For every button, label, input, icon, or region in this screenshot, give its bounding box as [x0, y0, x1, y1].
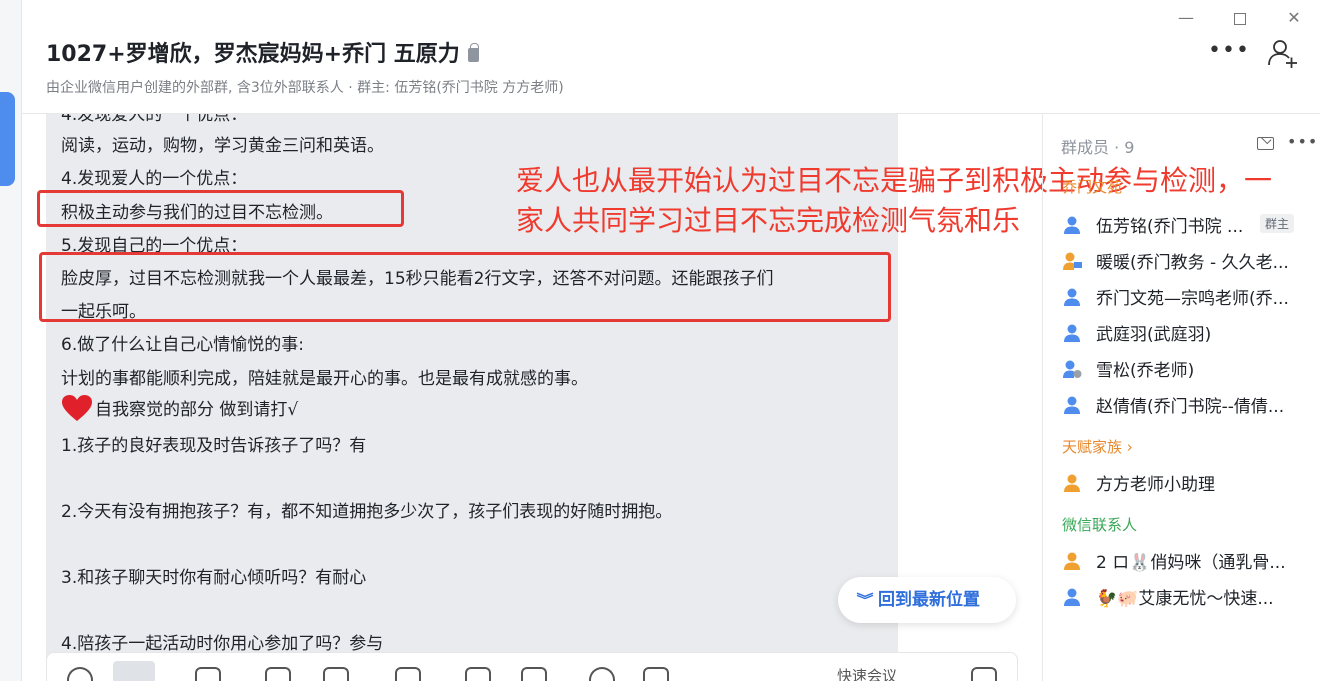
members-more-icon[interactable]: ••• [1287, 132, 1318, 151]
emoji-icon[interactable] [67, 667, 93, 681]
user-icon [1064, 396, 1080, 414]
highlight-box [37, 190, 404, 227]
member-name: 武庭羽(武庭羽) [1096, 325, 1212, 345]
minimize-button[interactable]: — [1174, 8, 1198, 28]
chat-title: 1027+罗增欣，罗杰宸妈妈+乔门 五原力 [46, 36, 479, 68]
member-item[interactable]: 赵倩倩(乔门书院--倩倩... [1062, 392, 1312, 417]
chat-subtitle: 由企业微信用户创建的外部群, 含3位外部联系人 · 群主: 伍芳铭(乔门书院 方… [46, 80, 564, 96]
input-toolbar: 快速会议 [46, 652, 1018, 681]
member-item[interactable]: 方方老师小助理 [1062, 470, 1312, 495]
user-icon [1064, 474, 1080, 492]
member-item[interactable]: 🐓🐖艾康无忧～快速... [1062, 584, 1312, 609]
add-member-icon[interactable] [1266, 38, 1300, 68]
lock-icon [467, 43, 479, 62]
member-item[interactable]: 武庭羽(武庭羽) [1062, 320, 1312, 345]
maximize-button[interactable] [1228, 8, 1252, 28]
keyboard-icon[interactable] [521, 667, 547, 681]
back-to-latest-label: 回到最新位置 [878, 590, 980, 610]
member-name: 方方老师小助理 [1096, 475, 1215, 495]
member-name: 暖暖(乔门教务 - 久久老... [1096, 253, 1289, 273]
double-chevron-down-icon: ︾ [856, 593, 874, 609]
user-icon [1064, 552, 1080, 570]
member-name: 2 ロ🐰俏妈咪（通乳骨... [1096, 553, 1286, 573]
message-line: 2.今天有没有拥抱孩子？有，都不知道拥抱多少次了，孩子们表现的好随时拥抱。 [61, 502, 673, 522]
user-icon [1064, 216, 1080, 234]
member-name: 伍芳铭(乔门书院 ... [1096, 217, 1244, 237]
quick-meeting-button[interactable]: 快速会议 [837, 665, 897, 681]
chat-title-text: 1027+罗增欣，罗杰宸妈妈+乔门 五原力 [46, 42, 460, 67]
heart-icon [62, 395, 92, 421]
left-edge-panel [0, 0, 22, 681]
document-icon[interactable] [265, 667, 291, 681]
sidebar-active-tab[interactable] [0, 92, 15, 186]
user-computer-icon [1063, 252, 1082, 270]
highlight-box [39, 252, 891, 322]
user-icon [1064, 288, 1080, 306]
member-name: 乔门文苑—宗鸣老师(乔... [1096, 289, 1289, 309]
message-line: 4.发现爱人的一个优点： [61, 114, 248, 125]
folder-icon[interactable] [395, 667, 421, 681]
message-line: 计划的事都能顺利完成，陪娃就是最开心的事。也是最有成就感的事。 [61, 369, 588, 389]
more-options-icon[interactable]: ••• [1208, 40, 1250, 62]
expand-icon[interactable] [971, 667, 997, 681]
excel-icon[interactable] [465, 667, 491, 681]
message-line: 4.发现爱人的一个优点： [61, 169, 248, 189]
message-line: 4.陪孩子一起活动时你用心参加了吗？参与 [61, 634, 384, 654]
scissors-icon[interactable] [122, 667, 148, 681]
member-item[interactable]: 乔门文苑—宗鸣老师(乔... [1062, 284, 1312, 309]
member-item[interactable]: 2 ロ🐰俏妈咪（通乳骨... [1062, 548, 1312, 573]
members-header: 群成员 · 9 [1061, 138, 1135, 157]
upload-icon[interactable] [643, 667, 669, 681]
panel-divider [1042, 114, 1043, 681]
user-icon [1064, 324, 1080, 342]
close-button[interactable]: ✕ [1282, 8, 1306, 28]
image-icon[interactable] [195, 667, 221, 681]
mail-icon[interactable] [1257, 137, 1274, 150]
chat-bubble-icon[interactable] [589, 667, 615, 681]
user-icon [1064, 588, 1080, 606]
member-name: 赵倩倩(乔门书院--倩倩... [1096, 397, 1285, 417]
owner-badge: 群主 [1260, 214, 1295, 233]
message-line: 阅读，运动，购物，学习黄金三问和英语。 [61, 136, 384, 156]
member-item[interactable]: 伍芳铭(乔门书院 ... 群主 [1062, 212, 1312, 237]
group-header[interactable]: 天赋家族 › [1062, 436, 1133, 457]
message-line: 6.做了什么让自己心情愉悦的事: [61, 335, 304, 355]
message-line: 1.孩子的良好表现及时告诉孩子了吗？有 [61, 436, 367, 456]
member-name: 雪松(乔老师) [1096, 361, 1195, 381]
message-line: 自我察觉的部分 做到请打√ [61, 394, 298, 422]
message-text: 自我察觉的部分 做到请打√ [95, 400, 299, 420]
member-name: 🐓🐖艾康无忧～快速... [1096, 589, 1274, 609]
member-item[interactable]: 暖暖(乔门教务 - 久久老... [1062, 248, 1312, 273]
group-header[interactable]: 乔门文苑 [1062, 176, 1122, 197]
group-header[interactable]: 微信联系人 [1062, 514, 1137, 535]
restore-icon [1234, 13, 1246, 25]
message-line: 3.和孩子聊天时你有耐心倾听吗？有耐心 [61, 568, 367, 588]
user-badge-icon [1063, 360, 1082, 378]
back-to-latest-button[interactable]: ︾ 回到最新位置 [838, 577, 1016, 623]
member-item[interactable]: 雪松(乔老师) [1062, 356, 1312, 381]
calendar-icon[interactable] [323, 667, 349, 681]
